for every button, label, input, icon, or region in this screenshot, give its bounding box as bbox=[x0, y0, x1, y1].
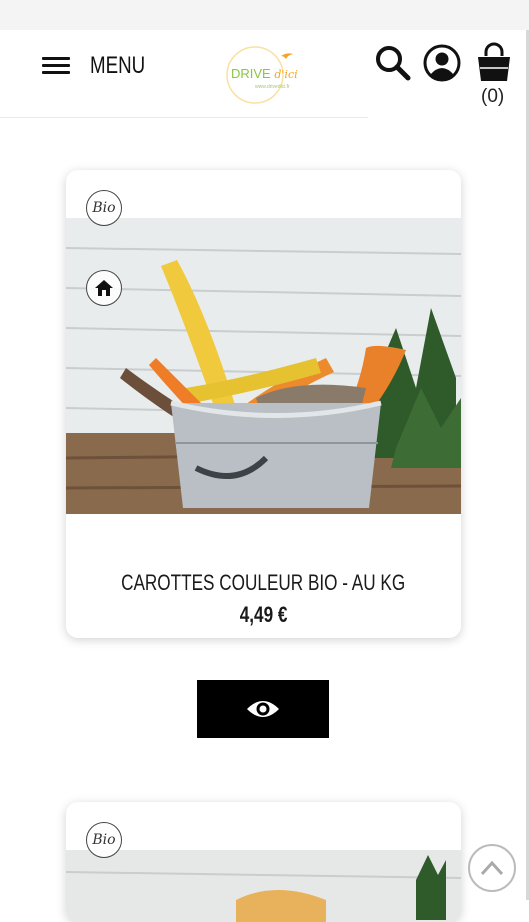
bio-badge: Bio bbox=[86, 822, 122, 858]
eye-icon bbox=[247, 701, 279, 717]
product-image[interactable] bbox=[66, 218, 461, 514]
scroll-to-top-button[interactable] bbox=[468, 844, 516, 892]
search-icon bbox=[376, 46, 411, 81]
chevron-up-icon bbox=[480, 860, 504, 876]
cart-button[interactable] bbox=[474, 42, 514, 84]
product-price: 4,49 € bbox=[239, 602, 288, 627]
home-icon bbox=[95, 280, 113, 296]
quick-view-button[interactable] bbox=[197, 680, 329, 738]
bio-badge: Bio bbox=[86, 190, 122, 226]
browser-top-strip bbox=[0, 0, 529, 30]
product-image[interactable] bbox=[66, 850, 461, 922]
product-card[interactable]: Bio bbox=[66, 802, 461, 922]
menu-button[interactable]: MENU bbox=[42, 46, 161, 86]
search-button[interactable] bbox=[374, 44, 412, 82]
header-divider bbox=[0, 117, 368, 118]
cart-icon bbox=[478, 42, 510, 81]
product-card[interactable]: Bio CAROTTES COULEUR BIO - AU KG 4,49 € bbox=[66, 170, 461, 638]
account-button[interactable] bbox=[423, 44, 461, 82]
site-logo[interactable]: DRIVE d'ici www.drivedici.fr bbox=[223, 44, 307, 106]
account-icon bbox=[423, 44, 461, 82]
menu-label: MENU bbox=[90, 52, 146, 79]
logo-tagline: www.drivedici.fr bbox=[255, 84, 290, 90]
cart-count: (0) bbox=[481, 86, 505, 107]
hamburger-icon bbox=[42, 56, 70, 76]
logo-wordmark: DRIVE d'ici bbox=[231, 66, 298, 81]
product-name[interactable]: CAROTTES COULEUR BIO - AU KG bbox=[66, 570, 461, 596]
local-badge bbox=[86, 270, 122, 306]
